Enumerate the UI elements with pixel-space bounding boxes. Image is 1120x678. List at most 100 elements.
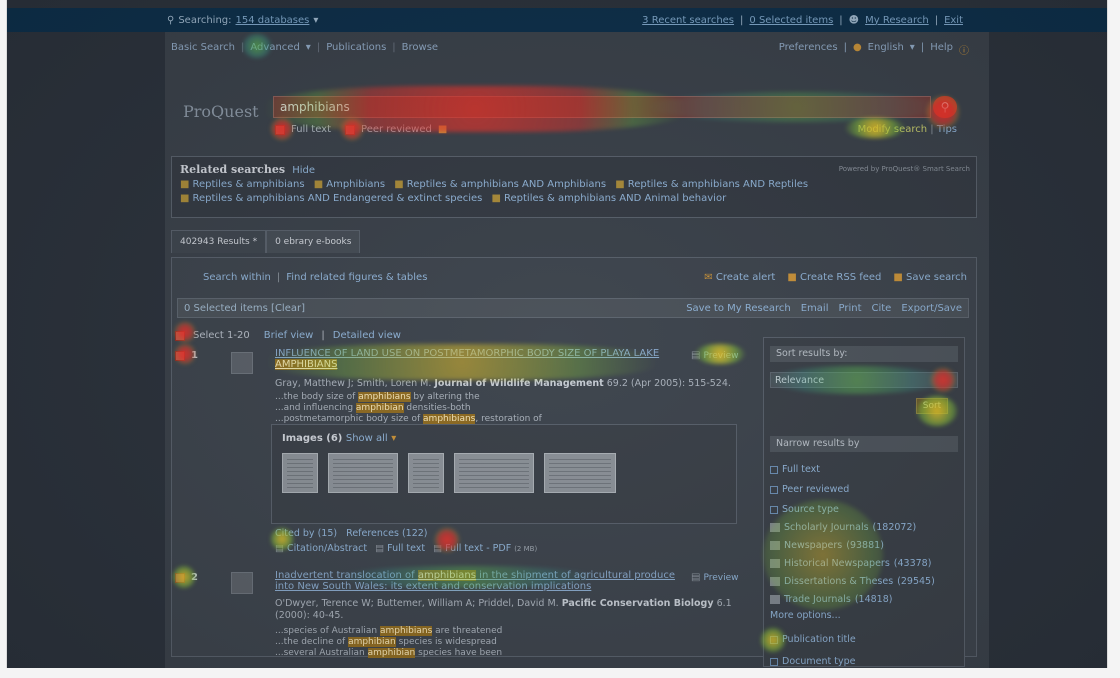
brief-view-link[interactable]: Brief view [264, 330, 314, 341]
selected-items-clear[interactable]: 0 Selected items [Clear] [184, 303, 305, 314]
advanced-search-link[interactable]: Advanced [250, 42, 299, 53]
select-all-checkbox[interactable] [175, 330, 185, 341]
search-query-text: amphibians [280, 100, 350, 114]
sort-select[interactable]: Relevance [770, 372, 958, 388]
databases-link[interactable]: 154 databases [236, 15, 310, 26]
publications-link[interactable]: Publications [326, 42, 386, 53]
create-alert-button[interactable]: ✉ Create alert [704, 272, 775, 283]
cite-button[interactable]: Cite [872, 303, 892, 314]
image-thumbnail[interactable] [282, 453, 318, 493]
sort-button[interactable]: Sort [916, 398, 948, 414]
facet-publication-title[interactable]: Publication title [770, 634, 856, 645]
export-save-button[interactable]: Export/Save [901, 303, 962, 314]
tips-link[interactable]: Tips [937, 124, 957, 135]
facet-full-text[interactable]: Full text [770, 464, 820, 475]
related-row-1: ■ Reptiles & amphibians ■ Amphibians ■ Rept… [180, 179, 809, 190]
exit-link[interactable]: Exit [944, 15, 963, 26]
tab-ebrary[interactable]: 0 ebrary e-books [266, 230, 361, 253]
preferences-link[interactable]: Preferences [779, 42, 838, 57]
tab-results[interactable]: 402943 Results * [171, 230, 267, 253]
source-count: (182072) [872, 522, 917, 533]
source-option[interactable]: Scholarly Journals (182072) [770, 522, 916, 533]
find-related-link[interactable]: Find related figures & tables [286, 272, 427, 283]
refine-sidebar: Sort results by: Relevance Sort Narrow r… [763, 337, 965, 667]
selected-items-link[interactable]: 0 Selected items [749, 15, 833, 26]
result-checkbox[interactable] [175, 572, 185, 583]
facet-document-type[interactable]: Document type [770, 656, 855, 667]
result-meta: Gray, Matthew J; Smith, Loren M. Journal… [275, 378, 745, 389]
full-text-link[interactable]: ▤ Full text [375, 543, 425, 554]
search-input[interactable]: amphibians [273, 96, 931, 118]
narrow-heading: Narrow results by [770, 436, 958, 452]
image-thumbnail[interactable] [544, 453, 616, 493]
chevron-down-icon[interactable]: ▾ [306, 42, 311, 53]
image-thumbnail[interactable] [328, 453, 398, 493]
source-option[interactable]: Newspapers (93881) [770, 540, 884, 551]
result-number: 1 [191, 350, 198, 361]
language-select[interactable]: English [868, 42, 904, 57]
result-checkbox[interactable] [175, 350, 185, 361]
detailed-view-link[interactable]: Detailed view [333, 330, 401, 341]
rss-icon: ■ [787, 272, 797, 283]
powered-by-label: Powered by ProQuest® Smart Search [838, 165, 970, 173]
related-link[interactable]: Reptiles & amphibians AND Amphibians [407, 179, 606, 190]
image-thumbnail[interactable] [408, 453, 444, 493]
hide-link[interactable]: Hide [292, 165, 315, 176]
result-snippets: ...the body size of amphibians by alteri… [275, 392, 542, 424]
related-link[interactable]: Reptiles & amphibians AND Endangered & e… [192, 193, 482, 204]
email-button[interactable]: Email [801, 303, 829, 314]
sort-heading: Sort results by: [770, 346, 958, 362]
facet-source-type[interactable]: Source type [770, 504, 839, 515]
show-all-link[interactable]: Show all [346, 433, 388, 444]
dissertation-icon [770, 577, 780, 586]
result-title-highlight[interactable]: amphibians [417, 570, 476, 581]
document-icon [231, 352, 253, 374]
info-icon[interactable]: ■ [438, 124, 447, 135]
source-option[interactable]: Historical Newspapers (43378) [770, 558, 931, 569]
proquest-logo[interactable]: ProQuest [183, 102, 259, 121]
preview-link[interactable]: Preview [703, 351, 738, 361]
my-research-link[interactable]: My Research [865, 15, 929, 26]
related-link[interactable]: Reptiles & amphibians AND Reptiles [628, 179, 808, 190]
recent-searches-link[interactable]: 3 Recent searches [642, 15, 734, 26]
peer-reviewed-checkbox[interactable] [345, 124, 356, 135]
create-rss-button[interactable]: ■ Create RSS feed [787, 272, 881, 283]
source-option[interactable]: Trade Journals (14818) [770, 594, 892, 605]
chevron-down-icon[interactable]: ▾ [391, 433, 396, 444]
chevron-down-icon[interactable]: ▾ [910, 42, 915, 57]
browse-link[interactable]: Browse [402, 42, 438, 53]
image-thumbnail[interactable] [454, 453, 534, 493]
citation-label: Citation/Abstract [287, 543, 368, 554]
chevron-down-icon[interactable]: ▾ [313, 15, 318, 26]
more-options-link[interactable]: More options... [770, 610, 841, 621]
basic-search-link[interactable]: Basic Search [171, 42, 235, 53]
sort-button-label: Sort [922, 401, 942, 411]
modify-search-link[interactable]: Modify search [858, 124, 928, 135]
search-within-link[interactable]: Search within [203, 272, 271, 283]
help-icon[interactable]: ⓘ [959, 42, 969, 57]
search-button[interactable]: ⚲ [933, 96, 957, 118]
citation-abstract-link[interactable]: ▤ Citation/Abstract [275, 543, 367, 554]
result-title-link[interactable]: INFLUENCE OF LAND USE ON POSTMETAMORPHIC… [275, 348, 659, 359]
pdf-link[interactable]: ▤ Full text - PDF (2 MB) [433, 543, 537, 554]
related-link[interactable]: Reptiles & amphibians AND Animal behavio… [504, 193, 726, 204]
facet-peer-reviewed[interactable]: Peer reviewed [770, 484, 849, 495]
print-button[interactable]: Print [838, 303, 861, 314]
publication-details: 69.2 (Apr 2005): 515-524. [606, 378, 731, 389]
related-link[interactable]: Reptiles & amphibians [192, 179, 304, 190]
cited-by-link[interactable]: Cited by (15) [275, 528, 337, 539]
save-to-my-research-button[interactable]: Save to My Research [686, 303, 791, 314]
help-link[interactable]: Help [930, 42, 953, 57]
references-link[interactable]: References (122) [346, 528, 427, 539]
preview-link[interactable]: Preview [703, 573, 738, 583]
result-title-highlight[interactable]: AMPHIBIANS [275, 359, 338, 370]
save-search-button[interactable]: ■ Save search [893, 272, 967, 283]
results-count: 402943 Results * [180, 237, 258, 247]
collapse-icon [770, 505, 778, 514]
source-option[interactable]: Dissertations & Theses (29545) [770, 576, 935, 587]
full-text-checkbox[interactable] [275, 124, 285, 135]
related-link[interactable]: Amphibians [326, 179, 385, 190]
document-icon [231, 572, 253, 594]
source-label: Newspapers [784, 540, 843, 551]
result-title-link[interactable]: Inadvertent translocation of [275, 570, 418, 581]
